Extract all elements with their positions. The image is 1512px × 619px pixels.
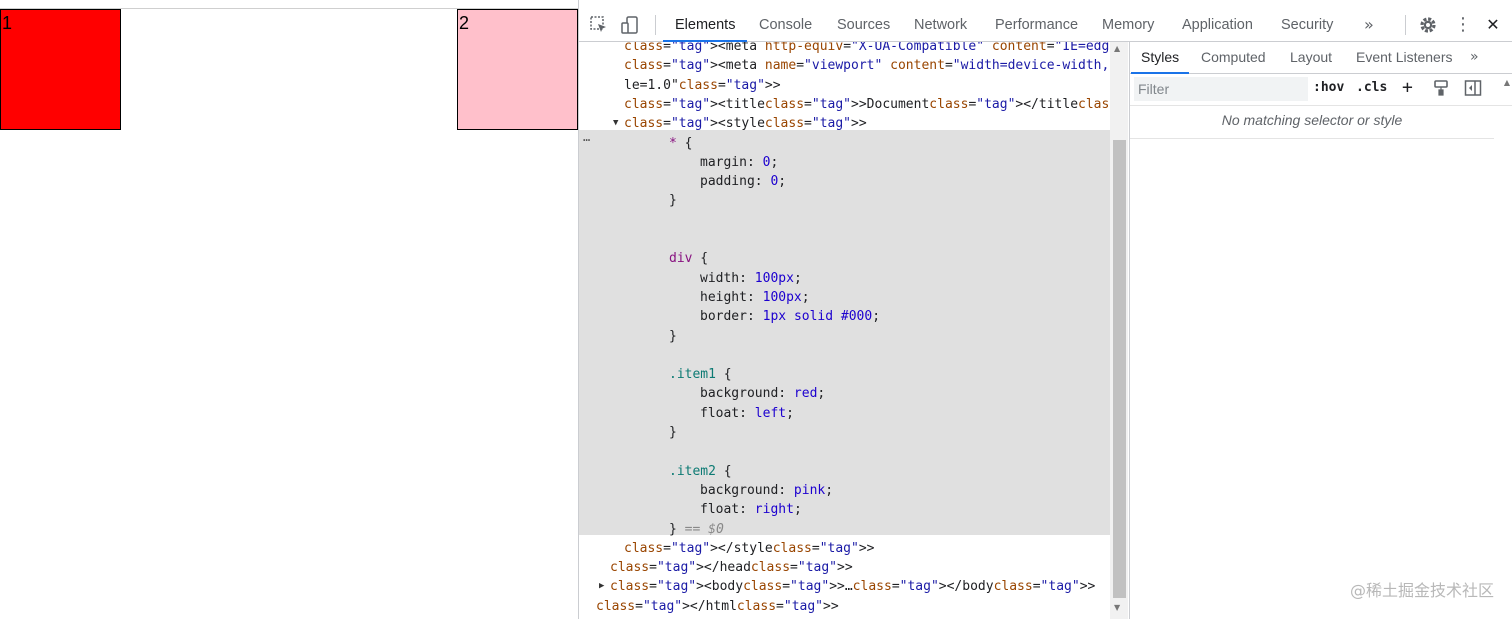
tree-line[interactable]: background: pink; xyxy=(700,481,833,500)
tree-line[interactable]: class="tag"><meta http-equiv="X-UA-Compa… xyxy=(624,42,1110,56)
sidebar-tabs: Styles Computed Layout Event Listeners » xyxy=(1130,42,1512,74)
color-format-toggle-icon[interactable] xyxy=(1433,79,1449,101)
styles-filter-input[interactable] xyxy=(1134,77,1308,101)
selected-node-highlight xyxy=(579,130,1110,535)
scroll-down-arrow-icon[interactable]: ▼ xyxy=(1114,603,1120,612)
subtab-computed[interactable]: Computed xyxy=(1201,42,1266,73)
new-style-rule-icon[interactable]: + xyxy=(1402,77,1413,98)
tree-line[interactable]: .item1 { xyxy=(669,365,732,384)
tree-line[interactable]: } xyxy=(669,327,677,346)
tab-network[interactable]: Network xyxy=(914,8,967,41)
toggle-sidebar-icon[interactable] xyxy=(1464,79,1482,101)
tree-scrollbar-thumb[interactable] xyxy=(1113,140,1126,598)
tree-line[interactable]: float: left; xyxy=(700,404,794,423)
more-tabs-chevron-icon[interactable]: » xyxy=(1364,15,1374,34)
tab-memory[interactable]: Memory xyxy=(1102,8,1154,41)
node-actions-ellipsis-icon[interactable]: … xyxy=(583,130,590,144)
scroll-up-arrow-icon[interactable]: ▲ xyxy=(1114,44,1120,53)
styles-filter-row: :hov .cls + xyxy=(1130,74,1512,106)
tree-line[interactable]: margin: 0; xyxy=(700,153,778,172)
tree-line[interactable]: class="tag"><meta name="viewport" conten… xyxy=(624,56,1110,75)
tree-line[interactable]: } == $0 xyxy=(669,520,724,539)
tab-console[interactable]: Console xyxy=(759,8,812,41)
expanded-triangle-icon[interactable]: ▼ xyxy=(613,114,618,133)
tree-line[interactable]: div { xyxy=(669,249,708,268)
tree-line[interactable]: float: right; xyxy=(700,500,802,519)
settings-gear-icon[interactable] xyxy=(1418,15,1438,35)
device-toolbar-icon[interactable] xyxy=(620,15,640,35)
tree-line[interactable]: padding: 0; xyxy=(700,172,786,191)
hover-state-toggle[interactable]: :hov xyxy=(1313,80,1344,95)
tree-line[interactable]: class="tag"><titleclass="tag">>Documentc… xyxy=(624,95,1110,114)
devtools-toolbar: Elements Console Sources Network Perform… xyxy=(579,8,1512,42)
tree-line[interactable]: border: 1px solid #000; xyxy=(700,307,880,326)
tab-performance[interactable]: Performance xyxy=(995,8,1078,41)
tab-security[interactable]: Security xyxy=(1281,8,1333,41)
tab-elements[interactable]: Elements xyxy=(662,8,749,42)
tree-line[interactable]: height: 100px; xyxy=(700,288,810,307)
tree-line[interactable]: * { xyxy=(669,134,692,153)
styles-sidebar: Styles Computed Layout Event Listeners »… xyxy=(1129,42,1512,619)
inspect-element-icon[interactable] xyxy=(589,15,609,35)
tree-line[interactable]: le=1.0"class="tag">> xyxy=(624,76,781,95)
tree-line[interactable]: class="tag"><bodyclass="tag">>…class="ta… xyxy=(610,577,1095,596)
tree-line[interactable]: class="tag"></headclass="tag">> xyxy=(610,558,853,577)
devtools-panel: Elements Console Sources Network Perform… xyxy=(578,0,1512,619)
more-subtabs-chevron-icon[interactable]: » xyxy=(1470,42,1479,73)
tree-line[interactable]: class="tag"></styleclass="tag">> xyxy=(624,539,875,558)
styles-scroll-up-icon[interactable]: ▲ xyxy=(1504,78,1510,87)
elements-tree[interactable]: … class="tag"><meta http-equiv="X-UA-Com… xyxy=(579,42,1110,619)
tree-line[interactable]: background: red; xyxy=(700,384,825,403)
tree-line[interactable]: class="tag"><styleclass="tag">> xyxy=(624,114,867,133)
tree-line[interactable]: class="tag"></htmlclass="tag">> xyxy=(596,597,839,616)
watermark: @稀土掘金技术社区 xyxy=(1349,581,1494,600)
toolbar-separator xyxy=(655,15,656,35)
divider xyxy=(1130,138,1494,139)
toolbar-separator xyxy=(1405,15,1406,35)
tab-sources[interactable]: Sources xyxy=(837,8,890,41)
page-viewport: 1 2 xyxy=(0,0,578,619)
item1-box[interactable]: 1 xyxy=(0,9,121,130)
item2-box[interactable]: 2 xyxy=(457,9,578,130)
tree-line[interactable]: } xyxy=(669,191,677,210)
item2-label: 2 xyxy=(459,13,470,33)
collapsed-triangle-icon[interactable]: ▶ xyxy=(599,577,604,596)
item1-label: 1 xyxy=(2,13,13,33)
tree-line[interactable]: .item2 { xyxy=(669,462,732,481)
close-icon[interactable]: ✕ xyxy=(1483,15,1503,35)
class-toggle[interactable]: .cls xyxy=(1356,80,1387,95)
subtab-event-listeners[interactable]: Event Listeners xyxy=(1356,42,1453,73)
more-vertical-icon[interactable]: ⋮ xyxy=(1453,15,1473,35)
no-matching-style-message: No matching selector or style xyxy=(1221,112,1403,128)
subtab-layout[interactable]: Layout xyxy=(1290,42,1332,73)
subtab-styles[interactable]: Styles xyxy=(1130,42,1190,74)
tree-line[interactable]: width: 100px; xyxy=(700,269,802,288)
tree-line[interactable]: } xyxy=(669,423,677,442)
tab-application[interactable]: Application xyxy=(1182,8,1253,41)
